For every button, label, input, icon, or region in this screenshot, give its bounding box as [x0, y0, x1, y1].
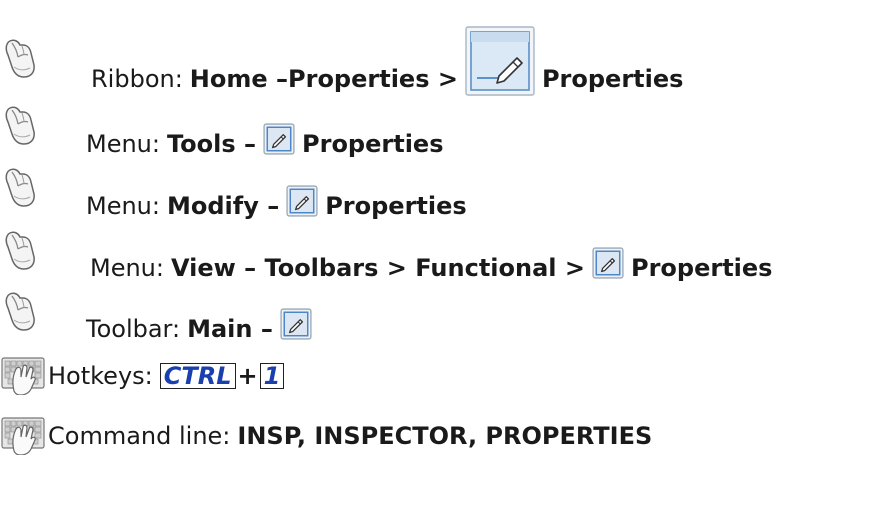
- pencil-properties-icon[interactable]: [280, 308, 312, 340]
- mouse-hand-icon: [0, 37, 40, 81]
- ribbon-row: Ribbon: Home –Properties > Properties: [91, 62, 683, 96]
- ribbon-label: Ribbon:: [91, 65, 183, 93]
- keyboard-hand-icon: [0, 415, 46, 455]
- pencil-properties-icon[interactable]: [263, 123, 295, 155]
- menu-modify-path: Modify –: [166, 192, 280, 220]
- ctrl-key: CTRL: [159, 363, 236, 389]
- mouse-hand-icon: [0, 166, 40, 210]
- toolbar-row: Toolbar: Main –: [86, 309, 312, 349]
- menu-tools-row: Menu: Tools – Properties: [86, 124, 443, 164]
- ribbon-target: Properties: [541, 65, 684, 93]
- pencil-properties-icon[interactable]: [592, 247, 624, 279]
- menu-tools-path: Tools –: [166, 130, 257, 158]
- plus-sign: +: [237, 362, 258, 390]
- mouse-hand-icon: [0, 104, 40, 148]
- mouse-hand-icon: [0, 229, 40, 273]
- menu-modify-row: Menu: Modify – Properties: [86, 186, 467, 226]
- command-line-row: Command line: INSP, INSPECTOR, PROPERTIE…: [48, 416, 652, 456]
- menu-view-row: Menu: View – Toolbars > Functional > Pro…: [90, 248, 772, 288]
- mouse-hand-icon: [0, 290, 40, 334]
- hotkeys-label: Hotkeys:: [48, 362, 153, 390]
- command-line-value: INSP, INSPECTOR, PROPERTIES: [237, 422, 653, 450]
- menu-tools-target: Properties: [302, 130, 444, 158]
- menu-view-path: View – Toolbars > Functional >: [170, 254, 585, 282]
- command-line-label: Command line:: [48, 422, 231, 450]
- keyboard-hand-icon: [0, 355, 46, 395]
- menu-view-label: Menu:: [90, 254, 164, 282]
- menu-modify-label: Menu:: [86, 192, 160, 220]
- menu-modify-target: Properties: [325, 192, 467, 220]
- ribbon-path: Home –Properties >: [189, 65, 458, 93]
- menu-tools-label: Menu:: [86, 130, 160, 158]
- pencil-properties-icon-large[interactable]: [465, 26, 535, 96]
- menu-view-target: Properties: [630, 254, 773, 282]
- toolbar-path: Main –: [187, 315, 273, 343]
- one-key: 1: [259, 363, 285, 389]
- hotkeys-row: Hotkeys: CTRL + 1: [48, 356, 285, 396]
- pencil-properties-icon[interactable]: [286, 185, 318, 217]
- toolbar-label: Toolbar:: [86, 315, 181, 343]
